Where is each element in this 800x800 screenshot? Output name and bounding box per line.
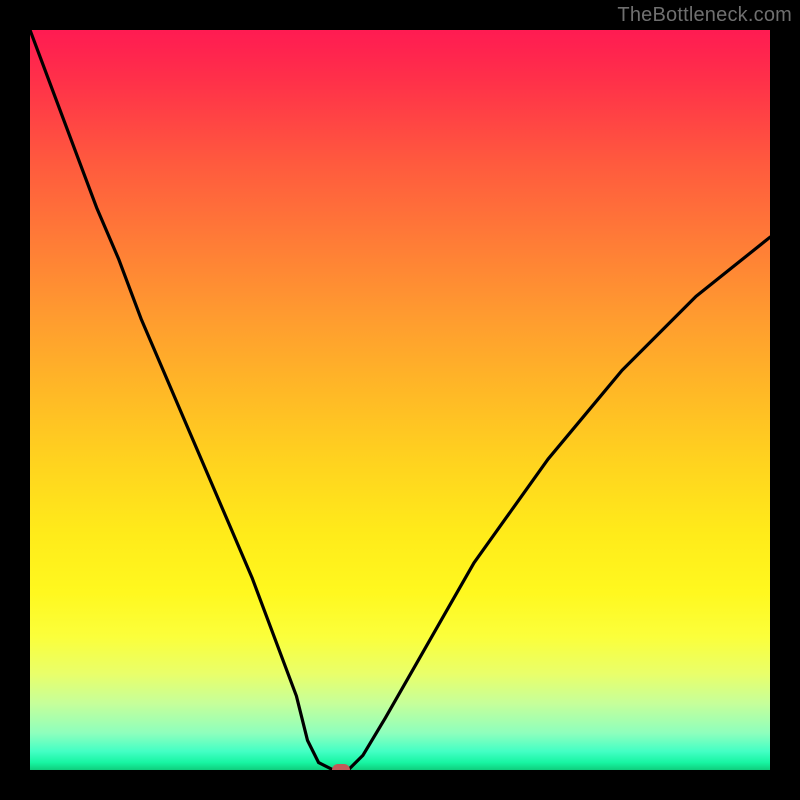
curve-svg [30, 30, 770, 770]
bottleneck-curve [30, 30, 770, 770]
watermark-text: TheBottleneck.com [617, 4, 792, 27]
chart-wrapper: TheBottleneck.com [0, 0, 800, 800]
optimum-marker [332, 764, 350, 770]
plot-area [30, 30, 770, 770]
